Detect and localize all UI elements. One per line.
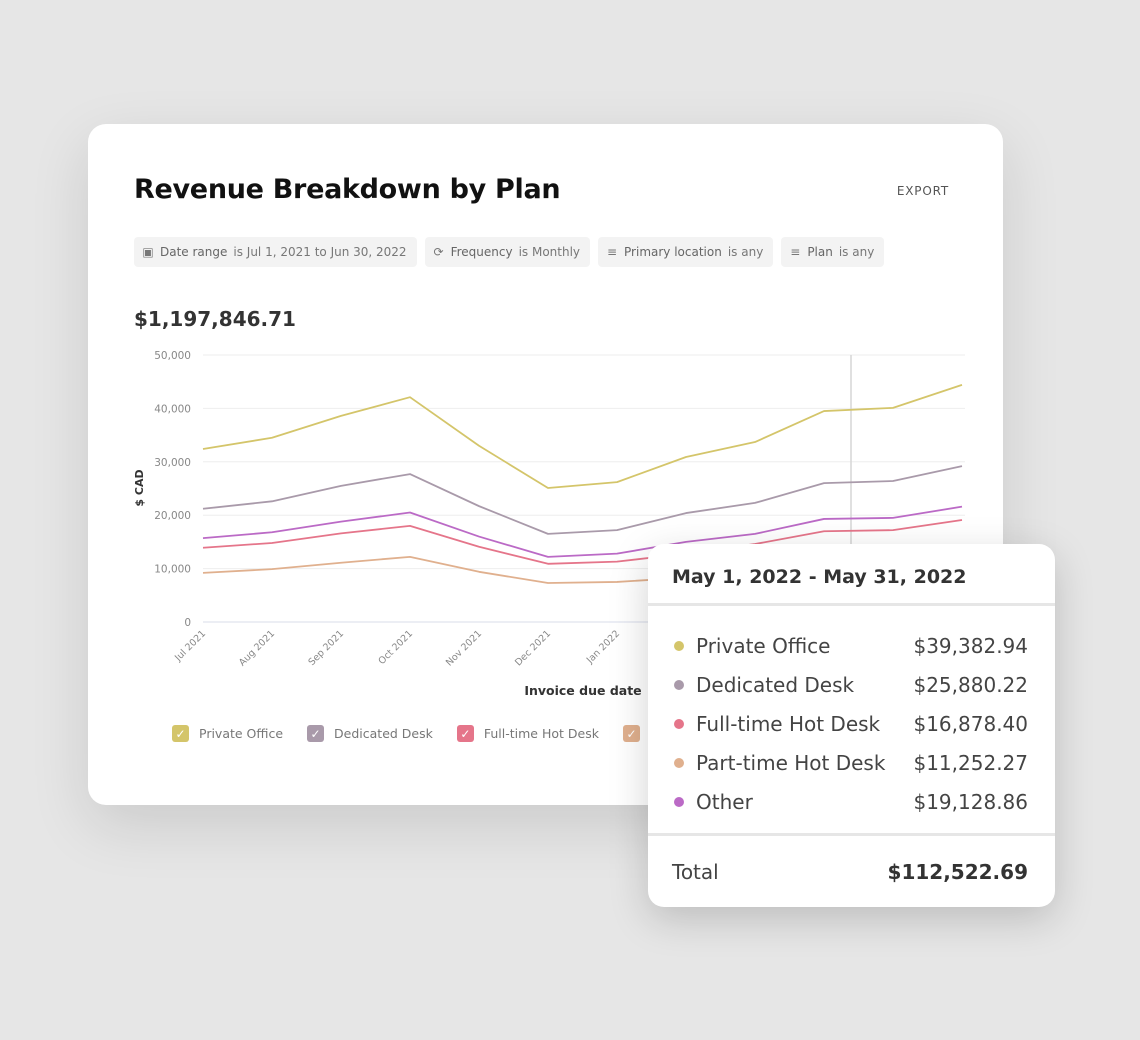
y-tick-label: 40,000	[154, 403, 191, 415]
x-tick-label: Dec 2021	[513, 628, 553, 668]
tooltip-row-value: $25,880.22	[913, 672, 1028, 697]
tooltip-row: Dedicated Desk $25,880.22	[674, 665, 1028, 704]
checkbox-icon[interactable]: ✓	[622, 725, 640, 742]
tooltip-row-value: $39,382.94	[913, 633, 1028, 658]
tooltip-row: Part-time Hot Desk $11,252.27	[674, 743, 1028, 782]
legend-label: Dedicated Desk	[334, 726, 433, 741]
y-tick-label: 20,000	[154, 510, 191, 522]
legend-item[interactable]: ✓ Private Office	[172, 725, 283, 742]
series-dot	[674, 757, 684, 768]
x-tick-label: Aug 2021	[237, 628, 277, 668]
y-axis-title: $ CAD	[133, 469, 146, 506]
tooltip-row: Other $19,128.86	[674, 782, 1028, 821]
checkbox-icon[interactable]: ✓	[172, 725, 189, 742]
series-dot	[674, 718, 684, 729]
tooltip-total-value: $112,522.69	[887, 860, 1028, 884]
y-tick-label: 10,000	[154, 564, 191, 576]
tooltip-title: May 1, 2022 - May 31, 2022	[648, 544, 1055, 606]
tooltip-total: Total $112,522.69	[648, 836, 1055, 884]
checkbox-icon[interactable]: ✓	[307, 725, 325, 742]
tooltip-row: Private Office $39,382.94	[674, 626, 1028, 665]
series-line-dedicated-desk	[202, 465, 963, 535]
series-dot	[674, 640, 684, 651]
tooltip-row-value: $19,128.86	[913, 789, 1028, 814]
tooltip-row-value: $16,878.40	[913, 711, 1028, 736]
tooltip-row-label: Part-time Hot Desk	[696, 750, 886, 775]
y-tick-label: 30,000	[154, 457, 191, 469]
tooltip-row-label: Other	[696, 789, 753, 814]
tooltip-rows: Private Office $39,382.94 Dedicated Desk $2…	[648, 606, 1055, 836]
tooltip-row-label: Private Office	[696, 633, 831, 658]
x-tick-label: Oct 2021	[376, 628, 415, 667]
x-axis-title: Invoice due date	[524, 683, 641, 698]
x-tick-label: Nov 2021	[444, 628, 484, 668]
series-dot	[674, 796, 684, 807]
series-line-private-office	[202, 384, 963, 489]
legend-label: Private Office	[199, 726, 284, 741]
x-tick-label: Jan 2022	[584, 628, 622, 666]
tooltip-row: Full-time Hot Desk $16,878.40	[674, 704, 1028, 743]
checkbox-icon[interactable]: ✓	[456, 725, 474, 742]
x-tick-label: Jul 2021	[172, 628, 208, 664]
y-tick-label: 50,000	[154, 350, 191, 362]
x-tick-label: Sep 2021	[306, 628, 346, 668]
legend-item[interactable]: ✓ Dedicated Desk	[307, 725, 433, 742]
legend-item[interactable]: ✓ Full-time Hot Desk	[456, 725, 599, 742]
tooltip-total-label: Total	[672, 860, 719, 884]
legend-label: Full-time Hot Desk	[483, 726, 599, 741]
chart-tooltip: May 1, 2022 - May 31, 2022 Private Offic…	[648, 544, 1055, 907]
tooltip-row-label: Full-time Hot Desk	[696, 711, 881, 736]
tooltip-row-value: $11,252.27	[913, 750, 1028, 775]
tooltip-row-label: Dedicated Desk	[696, 672, 855, 697]
y-tick-label: 0	[184, 617, 191, 629]
series-dot	[674, 679, 684, 690]
